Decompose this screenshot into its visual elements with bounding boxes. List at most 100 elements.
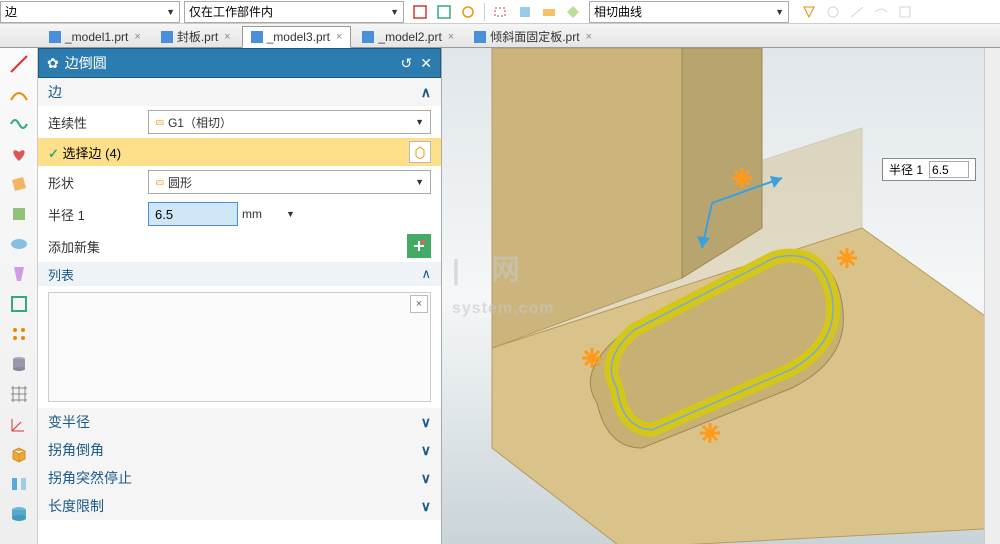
top-toolbar: 边 ▼ 仅在工作部件内 ▼ 相切曲线 ▼ <box>0 0 1000 24</box>
chevron-up-icon: ∧ <box>421 84 431 101</box>
part-icon <box>49 31 61 43</box>
sketch-heart-icon[interactable] <box>7 142 31 166</box>
mirror-icon[interactable] <box>7 472 31 496</box>
toolbar-icon-4[interactable] <box>491 2 511 22</box>
sweep-icon[interactable] <box>7 232 31 256</box>
edge-blend-panel: ✿ 边倒圆 ↺ ✕ 边 ∧ 连续性 ⮹ G1（相切） ▼ ✓ 选择边 <box>38 48 442 544</box>
extrude-icon[interactable] <box>7 202 31 226</box>
toolbar-icon-9[interactable] <box>823 2 843 22</box>
part-icon <box>362 31 374 43</box>
chevron-down-icon: ∨ <box>421 498 431 515</box>
pick-icon[interactable] <box>409 141 431 163</box>
dropdown-b-value: 仅在工作部件内 <box>189 3 273 20</box>
shape-select[interactable]: ⮹ 圆形 ▼ <box>148 170 431 194</box>
float-label-text: 半径 1 <box>889 161 923 178</box>
filter-dropdown-b[interactable]: 仅在工作部件内 ▼ <box>184 1 404 23</box>
select-edge-row[interactable]: ✓ 选择边 (4) <box>38 138 441 166</box>
list-remove-button[interactable]: × <box>410 295 428 313</box>
toolbar-icon-5[interactable] <box>515 2 535 22</box>
radius-label: 半径 1 <box>48 205 148 224</box>
shell-icon[interactable] <box>7 292 31 316</box>
panel-title: 边倒圆 <box>65 53 107 73</box>
toolbar-icon-1[interactable] <box>410 2 430 22</box>
box-icon[interactable] <box>7 442 31 466</box>
close-icon[interactable]: × <box>336 31 342 43</box>
revolve-icon[interactable] <box>7 262 31 286</box>
tab-label: _model2.prt <box>378 30 441 44</box>
caret-icon: ▼ <box>166 7 175 17</box>
panel-scrollbar[interactable] <box>984 48 1000 544</box>
add-set-button[interactable] <box>407 234 431 258</box>
shape-value: 圆形 <box>168 176 192 190</box>
cylinder2-icon[interactable] <box>7 502 31 526</box>
section-label: 边 <box>48 82 62 102</box>
toolbar-icon-2[interactable] <box>434 2 454 22</box>
close-icon[interactable]: ✕ <box>420 55 432 72</box>
section-label: 长度限制 <box>48 496 104 516</box>
section-stop-short[interactable]: 拐角突然停止 ∨ <box>38 464 441 492</box>
toolbar-icon-12[interactable] <box>895 2 915 22</box>
toolbar-icon-10[interactable] <box>847 2 867 22</box>
continuity-label: 连续性 <box>48 113 148 132</box>
tab-model2[interactable]: _model2.prt × <box>353 25 463 47</box>
tab-qingxie[interactable]: 倾斜面固定板.prt × <box>465 25 601 47</box>
continuity-select[interactable]: ⮹ G1（相切） ▼ <box>148 110 431 134</box>
3d-viewport[interactable]: 半径 1 | 网 system.com <box>442 48 1000 544</box>
sketch-line-icon[interactable] <box>7 52 31 76</box>
filter-dropdown-c[interactable]: 相切曲线 ▼ <box>589 1 789 23</box>
undo-icon[interactable]: ↺ <box>401 55 413 72</box>
list-header[interactable]: 列表 ∧ <box>38 262 441 286</box>
close-icon[interactable]: × <box>586 31 592 43</box>
tab-label: _model3.prt <box>267 30 330 44</box>
tab-fengban[interactable]: 封板.prt× <box>152 25 240 47</box>
tab-model1[interactable]: _model1.prt× <box>40 25 150 47</box>
gear-icon[interactable]: ✿ <box>47 55 59 72</box>
tab-label: 倾斜面固定板.prt <box>490 28 579 45</box>
section-length-limit[interactable]: 长度限制 ∨ <box>38 492 441 520</box>
float-radius-input[interactable] <box>929 161 969 178</box>
part-icon <box>474 31 486 43</box>
set-list: × <box>48 292 431 402</box>
chevron-down-icon: ∨ <box>421 470 431 487</box>
toolbar-icon-8[interactable] <box>799 2 819 22</box>
toolbar-icon-6[interactable] <box>539 2 559 22</box>
section-corner-setback[interactable]: 拐角倒角 ∨ <box>38 436 441 464</box>
list-label: 列表 <box>48 265 74 284</box>
section-variable-radius[interactable]: 变半径 ∨ <box>38 408 441 436</box>
part-icon <box>161 31 173 43</box>
toolbar-icon-3[interactable] <box>458 2 478 22</box>
close-icon[interactable]: × <box>448 31 454 43</box>
csys-icon[interactable] <box>7 412 31 436</box>
section-label: 拐角倒角 <box>48 440 104 460</box>
shape-label: 形状 <box>48 173 148 192</box>
toolbar-icon-7[interactable] <box>563 2 583 22</box>
left-toolbar <box>0 48 38 544</box>
close-icon[interactable]: × <box>134 31 140 43</box>
sketch-spline-icon[interactable] <box>7 112 31 136</box>
chevron-up-icon: ∧ <box>421 266 431 282</box>
mesh-icon[interactable] <box>7 382 31 406</box>
part-icon <box>251 31 263 43</box>
radius-unit: mm <box>242 207 282 221</box>
toolbar-icon-11[interactable] <box>871 2 891 22</box>
section-label: 变半径 <box>48 412 90 432</box>
cylinder-icon[interactable] <box>7 352 31 376</box>
tab-model3[interactable]: _model3.prt × <box>242 26 352 48</box>
pattern-icon[interactable] <box>7 322 31 346</box>
sketch-arc-icon[interactable] <box>7 82 31 106</box>
caret-icon: ▼ <box>775 7 784 17</box>
caret-icon[interactable]: ▼ <box>286 209 295 219</box>
document-tabs: _model1.prt× 封板.prt× _model3.prt × _model… <box>0 24 1000 48</box>
sketch-plane-icon[interactable] <box>7 172 31 196</box>
panel-header: ✿ 边倒圆 ↺ ✕ <box>38 48 441 78</box>
continuity-value: G1（相切） <box>168 116 232 130</box>
caret-icon: ▼ <box>415 177 424 187</box>
section-edge[interactable]: 边 ∧ <box>38 78 441 106</box>
filter-dropdown-a[interactable]: 边 ▼ <box>0 1 180 23</box>
close-icon[interactable]: × <box>224 31 230 43</box>
select-edge-label: 选择边 (4) <box>63 146 122 161</box>
radius-input[interactable] <box>148 202 238 226</box>
caret-icon: ▼ <box>390 7 399 17</box>
model-geometry <box>442 48 1000 544</box>
radius-float-label[interactable]: 半径 1 <box>882 158 976 181</box>
